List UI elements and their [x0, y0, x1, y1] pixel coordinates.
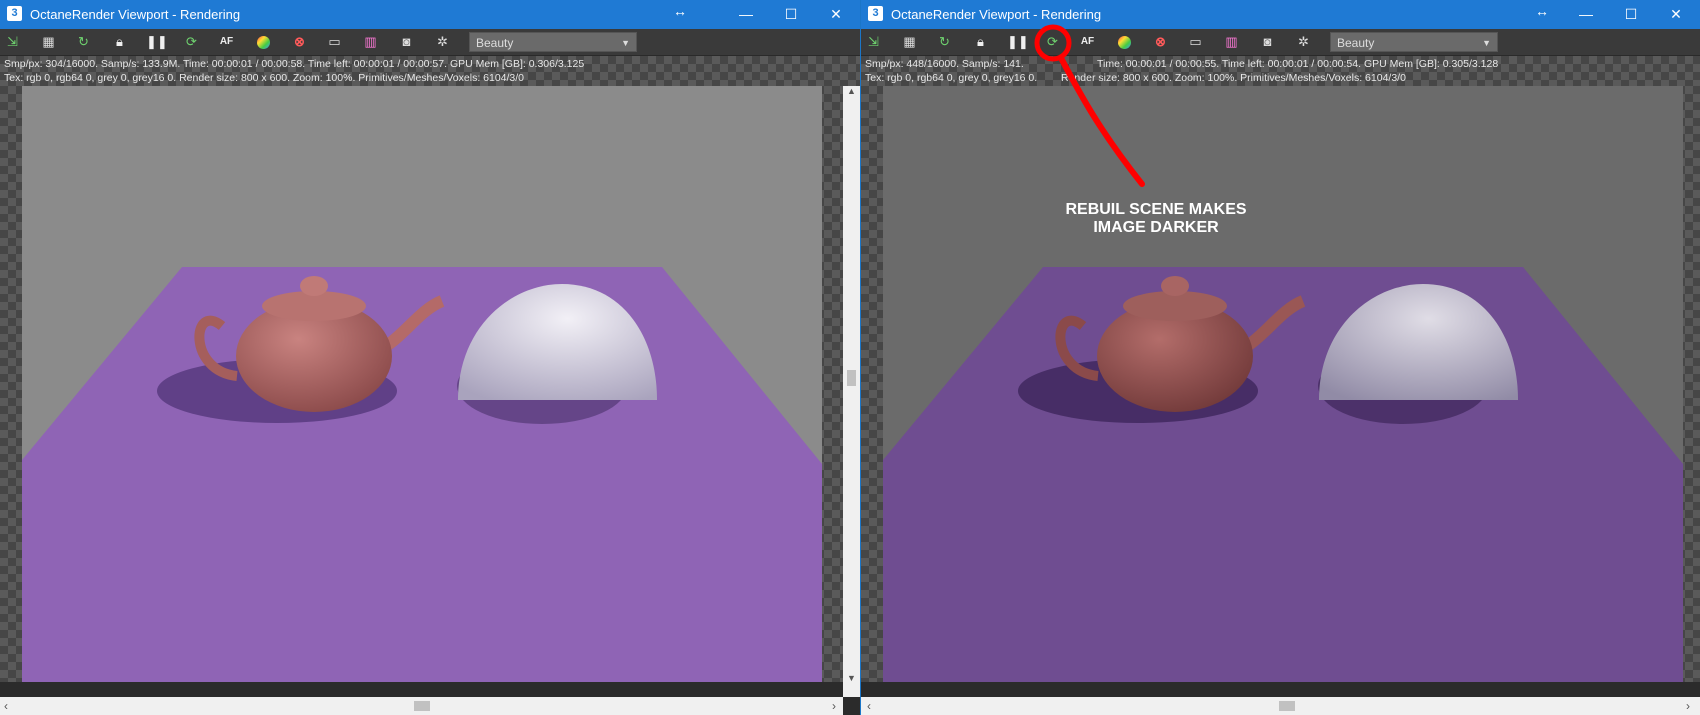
- maximize-button[interactable]: ☐: [1608, 0, 1654, 29]
- film-icon[interactable]: ▥: [361, 33, 380, 51]
- save-icon[interactable]: ▦: [39, 33, 58, 51]
- render-viewport[interactable]: [0, 86, 843, 682]
- clay-mode-icon[interactable]: ⊗: [290, 33, 309, 51]
- horizontal-scrollbar[interactable]: ‹ ›: [0, 697, 843, 715]
- stats-line-2: Tex: rgb 0, rgb64 0, grey 0, grey16 0. R…: [4, 72, 525, 84]
- stats-line-1-continued: Time: 00:00:01 / 00:00:55. Time left: 00…: [1097, 58, 1499, 70]
- horizontal-scrollbar[interactable]: ‹ ›: [861, 697, 1700, 715]
- close-button[interactable]: ✕: [1653, 0, 1699, 29]
- resize-icon[interactable]: ↔: [673, 3, 687, 19]
- render-pass-value: Beauty: [476, 36, 514, 50]
- floor-plane: [883, 267, 1683, 682]
- rebuild-scene-icon[interactable]: ⟳: [182, 33, 201, 51]
- scroll-left-icon[interactable]: ‹: [867, 699, 871, 713]
- annotation-line-1: REBUIL SCENE MAKES: [1065, 201, 1247, 218]
- stats-line-2-continued: Render size: 800 x 600. Zoom: 100%. Prim…: [1061, 72, 1406, 84]
- scroll-thumb[interactable]: [847, 370, 856, 386]
- save-icon[interactable]: ▦: [900, 33, 919, 51]
- color-picker-icon[interactable]: ●: [1118, 36, 1131, 49]
- app-icon: 3: [868, 6, 883, 21]
- render-pass-select[interactable]: Beauty ▼: [1330, 32, 1498, 52]
- pause-icon[interactable]: ❚❚: [1007, 33, 1029, 51]
- annotation-line-2: IMAGE DARKER: [1093, 219, 1219, 236]
- chevron-down-icon: ▼: [621, 38, 630, 48]
- scroll-up-icon[interactable]: ▲: [843, 86, 860, 96]
- viewport-window-right: 3 OctaneRender Viewport - Rendering ↔ — …: [861, 0, 1700, 715]
- minimize-button[interactable]: —: [723, 0, 769, 29]
- stats-line-1: Smp/px: 304/16000. Samp/s: 133.9M. Time:…: [4, 58, 585, 70]
- scroll-right-icon[interactable]: ›: [1686, 699, 1690, 713]
- clay-mode-icon[interactable]: ⊗: [1151, 33, 1170, 51]
- vertical-scrollbar[interactable]: ▲ ▼: [843, 86, 860, 697]
- render-image: [883, 86, 1683, 682]
- render-pass-value: Beauty: [1337, 36, 1375, 50]
- viewport-window-left: 3 OctaneRender Viewport - Rendering ↔ — …: [0, 0, 860, 715]
- scroll-thumb[interactable]: [414, 701, 430, 711]
- rebuild-scene-icon[interactable]: ⟳: [1043, 33, 1062, 51]
- film-icon[interactable]: ▥: [1222, 33, 1241, 51]
- af-icon[interactable]: AF: [1078, 33, 1097, 51]
- render-pass-select[interactable]: Beauty ▼: [469, 32, 637, 52]
- resize-icon[interactable]: ↔: [1535, 3, 1549, 19]
- stats-panel: Smp/px: 448/16000. Samp/s: 141. Time: 00…: [861, 56, 1700, 86]
- camera-icon[interactable]: ◙: [397, 33, 416, 51]
- title-bar[interactable]: 3 OctaneRender Viewport - Rendering ↔ — …: [861, 0, 1700, 29]
- floor-plane: [22, 267, 822, 682]
- scroll-thumb[interactable]: [1279, 701, 1295, 711]
- teapot-knob: [1161, 276, 1189, 296]
- restart-icon[interactable]: ↻: [74, 33, 93, 51]
- export-icon[interactable]: ⇲: [864, 33, 883, 51]
- maximize-button[interactable]: ☐: [768, 0, 814, 29]
- close-button[interactable]: ✕: [813, 0, 859, 29]
- render-viewport[interactable]: [861, 86, 1700, 682]
- minimize-button[interactable]: —: [1563, 0, 1609, 29]
- stats-panel: Smp/px: 304/16000. Samp/s: 133.9M. Time:…: [0, 56, 860, 86]
- color-picker-icon[interactable]: ●: [257, 36, 270, 49]
- window-title: OctaneRender Viewport - Rendering: [30, 7, 241, 22]
- camera-icon[interactable]: ◙: [1258, 33, 1277, 51]
- scroll-left-icon[interactable]: ‹: [4, 699, 8, 713]
- title-bar[interactable]: 3 OctaneRender Viewport - Rendering ↔ — …: [0, 0, 860, 29]
- stats-line-2: Tex: rgb 0, rgb64 0, grey 0, grey16 0.: [865, 72, 1038, 84]
- af-icon[interactable]: AF: [217, 33, 236, 51]
- toolbar: ⇲ ▦ ↻ 🔒︎ ❚❚ ⟳ AF ● ⊗ ▭ ▥ ◙ ✲ Beauty ▼: [861, 29, 1700, 56]
- lock-icon[interactable]: 🔒︎: [110, 33, 129, 51]
- pause-icon[interactable]: ❚❚: [146, 33, 168, 51]
- settings-icon[interactable]: ✲: [433, 33, 452, 51]
- chevron-down-icon: ▼: [1482, 38, 1491, 48]
- viewport-icon[interactable]: ▭: [325, 33, 344, 51]
- stats-line-1: Smp/px: 448/16000. Samp/s: 141.: [865, 58, 1024, 70]
- render-image: [22, 86, 822, 682]
- scroll-right-icon[interactable]: ›: [832, 699, 836, 713]
- window-title: OctaneRender Viewport - Rendering: [891, 7, 1102, 22]
- scroll-down-icon[interactable]: ▼: [843, 673, 860, 683]
- app-icon: 3: [7, 6, 22, 21]
- restart-icon[interactable]: ↻: [935, 33, 954, 51]
- lock-icon[interactable]: 🔒︎: [971, 33, 990, 51]
- annotation-text: REBUIL SCENE MAKES IMAGE DARKER: [1036, 201, 1276, 237]
- export-icon[interactable]: ⇲: [3, 33, 22, 51]
- teapot-knob: [300, 276, 328, 296]
- viewport-icon[interactable]: ▭: [1186, 33, 1205, 51]
- settings-icon[interactable]: ✲: [1294, 33, 1313, 51]
- toolbar: ⇲ ▦ ↻ 🔒︎ ❚❚ ⟳ AF ● ⊗ ▭ ▥ ◙ ✲ Beauty ▼: [0, 29, 860, 56]
